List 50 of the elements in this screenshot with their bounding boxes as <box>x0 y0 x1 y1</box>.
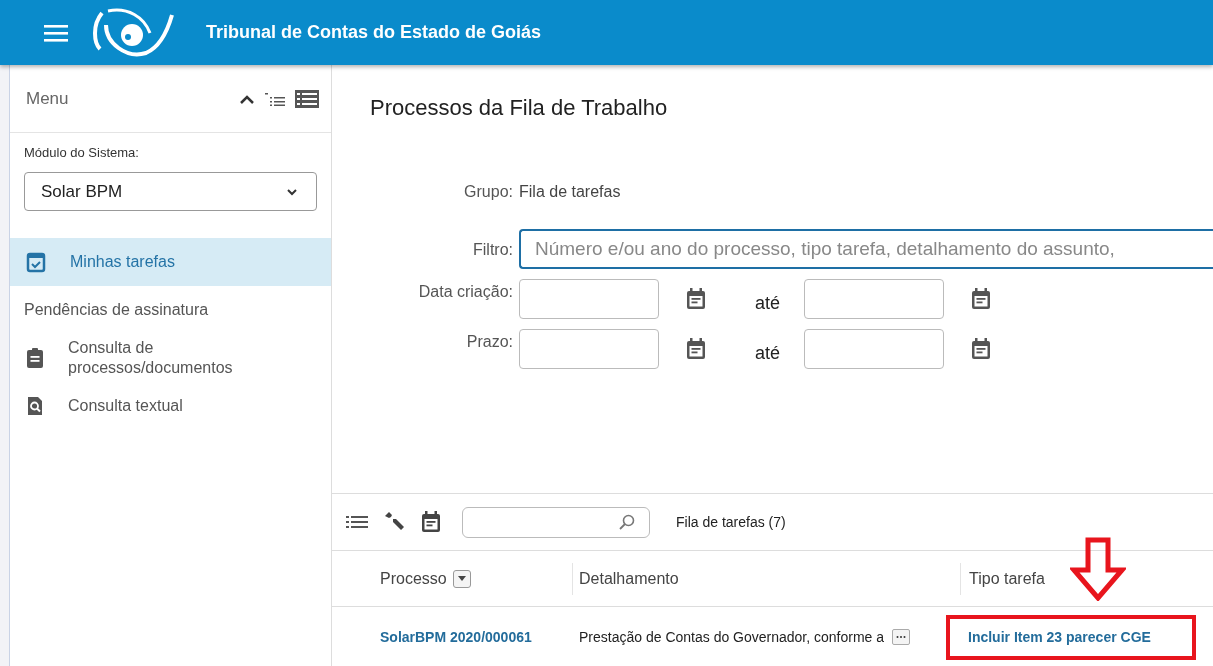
sidebar-item[interactable]: Pendências de assinatura <box>10 286 331 334</box>
sidebar-item[interactable]: Minhas tarefas <box>10 238 331 286</box>
calendar-icon[interactable] <box>970 287 993 311</box>
search-icon <box>619 514 635 530</box>
dots-icon <box>896 634 907 639</box>
calendar-check-icon <box>26 251 46 273</box>
clipboard-icon <box>26 347 44 369</box>
calendar-icon[interactable] <box>420 510 442 534</box>
sidebar-item[interactable]: Consulta de processos/documentos <box>10 334 331 382</box>
calendar-icon[interactable] <box>970 337 993 361</box>
module-select[interactable]: Solar BPM <box>24 172 317 211</box>
chevron-down-icon <box>286 187 298 196</box>
chevron-up-icon[interactable] <box>239 93 255 104</box>
search-field[interactable] <box>462 506 650 538</box>
down-arrow-icon <box>1070 537 1126 601</box>
process-link[interactable]: SolarBPM 2020/000061 <box>332 628 572 645</box>
date-field[interactable] <box>804 279 945 319</box>
calendar-icon[interactable] <box>685 337 707 361</box>
sort-button[interactable] <box>452 569 471 588</box>
module-label: Módulo do Sistema: <box>24 145 140 160</box>
task-type-link[interactable]: Incluir Item 23 parecer CGE <box>960 628 1151 645</box>
filter-label: Filtro: <box>472 240 514 259</box>
eye-logo-icon <box>90 6 176 59</box>
date-field[interactable] <box>519 279 659 319</box>
indented-list-icon[interactable] <box>265 91 285 106</box>
range-label: até <box>755 292 781 314</box>
date-field[interactable] <box>804 329 945 369</box>
app-title: Tribunal de Contas do Estado de Goiás <box>206 22 542 43</box>
calendar-icon[interactable] <box>685 287 707 311</box>
date-label: Data criação: <box>417 282 514 301</box>
table-cell-text: Prestação de Contas do Governador, conforme a <box>578 628 885 645</box>
queue-count: Fila de tarefas (7) <box>676 514 786 530</box>
menu-title: Menu <box>26 88 69 109</box>
caret-down-icon <box>457 576 466 581</box>
list-icon[interactable] <box>295 89 319 108</box>
column-header[interactable]: Processo <box>380 569 447 588</box>
document-search-icon <box>26 396 44 416</box>
filter-field[interactable]: Número e/ou ano do processo, tipo tarefa, detalhamento do assunto, <box>519 229 1213 269</box>
page-title: Processos da Fila de Trabalho <box>370 95 669 121</box>
range-label: até <box>755 342 781 364</box>
date-field[interactable] <box>519 329 659 369</box>
column-header[interactable]: Detalhamento <box>579 569 679 588</box>
list-icon[interactable] <box>346 515 368 529</box>
column-header[interactable]: Tipo tarefa <box>969 569 1045 588</box>
more-button[interactable] <box>892 628 911 645</box>
menu-icon[interactable] <box>44 23 68 42</box>
group-value: Fila de tarefas <box>519 183 622 201</box>
group-label: Grupo: <box>463 183 514 201</box>
date-label: Prazo: <box>465 332 514 351</box>
sidebar-item[interactable]: Consulta textual <box>10 382 331 430</box>
